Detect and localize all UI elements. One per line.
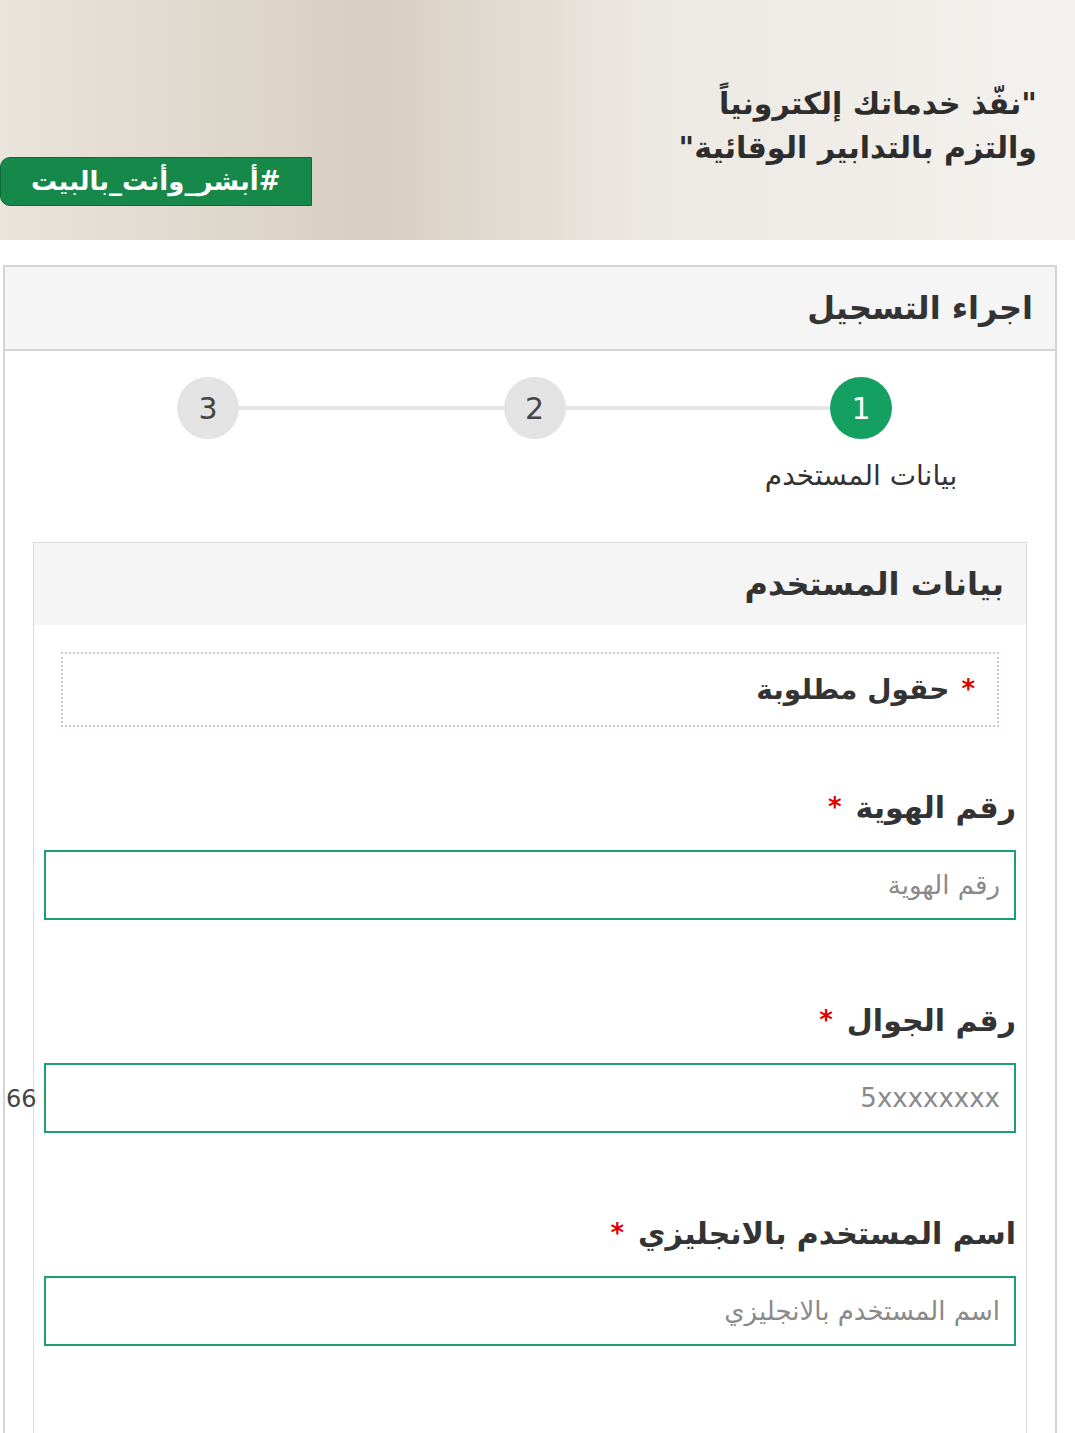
step-connector — [239, 406, 504, 410]
step: 1بيانات المستخدم — [830, 377, 892, 497]
panel-header: بيانات المستخدم — [34, 543, 1026, 625]
card-title: اجراء التسجيل — [807, 284, 1033, 332]
step: 2 — [504, 377, 566, 439]
country-code-prefix: 66 — [6, 1081, 37, 1117]
required-marker: * — [961, 670, 975, 709]
field-label: رقم الجوال* — [44, 998, 1016, 1043]
step: 3 — [177, 377, 239, 439]
field-input[interactable] — [44, 850, 1016, 920]
panel-title: بيانات المستخدم — [745, 560, 1004, 608]
required-text: حقول مطلوبة — [756, 669, 949, 711]
headline-line: "نفّذ خدماتك إلكترونياً — [679, 82, 1037, 126]
form-field: اسم المستخدم بالانجليزي* — [44, 1211, 1016, 1346]
hashtag-badge: #أبشر_وأنت_بالبيت — [0, 157, 312, 206]
required-marker: * — [819, 1001, 833, 1040]
stepper: 1بيانات المستخدم23 — [5, 351, 1055, 497]
required-note: * حقول مطلوبة — [61, 652, 999, 727]
page: "نفّذ خدماتك إلكترونياًوالتزم بالتدابير … — [0, 0, 1075, 1433]
field-label: اسم المستخدم بالانجليزي* — [44, 1211, 1016, 1256]
headline-line: والتزم بالتدابير الوقائية" — [679, 126, 1037, 170]
user-data-panel: بيانات المستخدم * حقول مطلوبة رقم الهوية* رق… — [33, 542, 1027, 1433]
card-header: اجراء التسجيل — [5, 267, 1055, 351]
required-marker: * — [828, 788, 842, 827]
step-circle: 2 — [504, 377, 566, 439]
step-label: بيانات المستخدم — [765, 455, 957, 497]
step-circle: 3 — [177, 377, 239, 439]
banner: "نفّذ خدماتك إلكترونياًوالتزم بالتدابير … — [0, 0, 1075, 240]
field-label: رقم الهوية* — [44, 785, 1016, 830]
banner-headline: "نفّذ خدماتك إلكترونياًوالتزم بالتدابير … — [679, 0, 1075, 170]
form-field: رقم الهوية* — [44, 785, 1016, 920]
form-field: رقم الجوال*66 — [44, 998, 1016, 1133]
registration-card: اجراء التسجيل1بيانات المستخدم23بيانات ال… — [3, 265, 1057, 1433]
field-input[interactable] — [44, 1063, 1016, 1133]
required-marker: * — [610, 1214, 624, 1253]
field-input[interactable] — [44, 1276, 1016, 1346]
step-circle: 1 — [830, 377, 892, 439]
step-connector — [566, 406, 831, 410]
